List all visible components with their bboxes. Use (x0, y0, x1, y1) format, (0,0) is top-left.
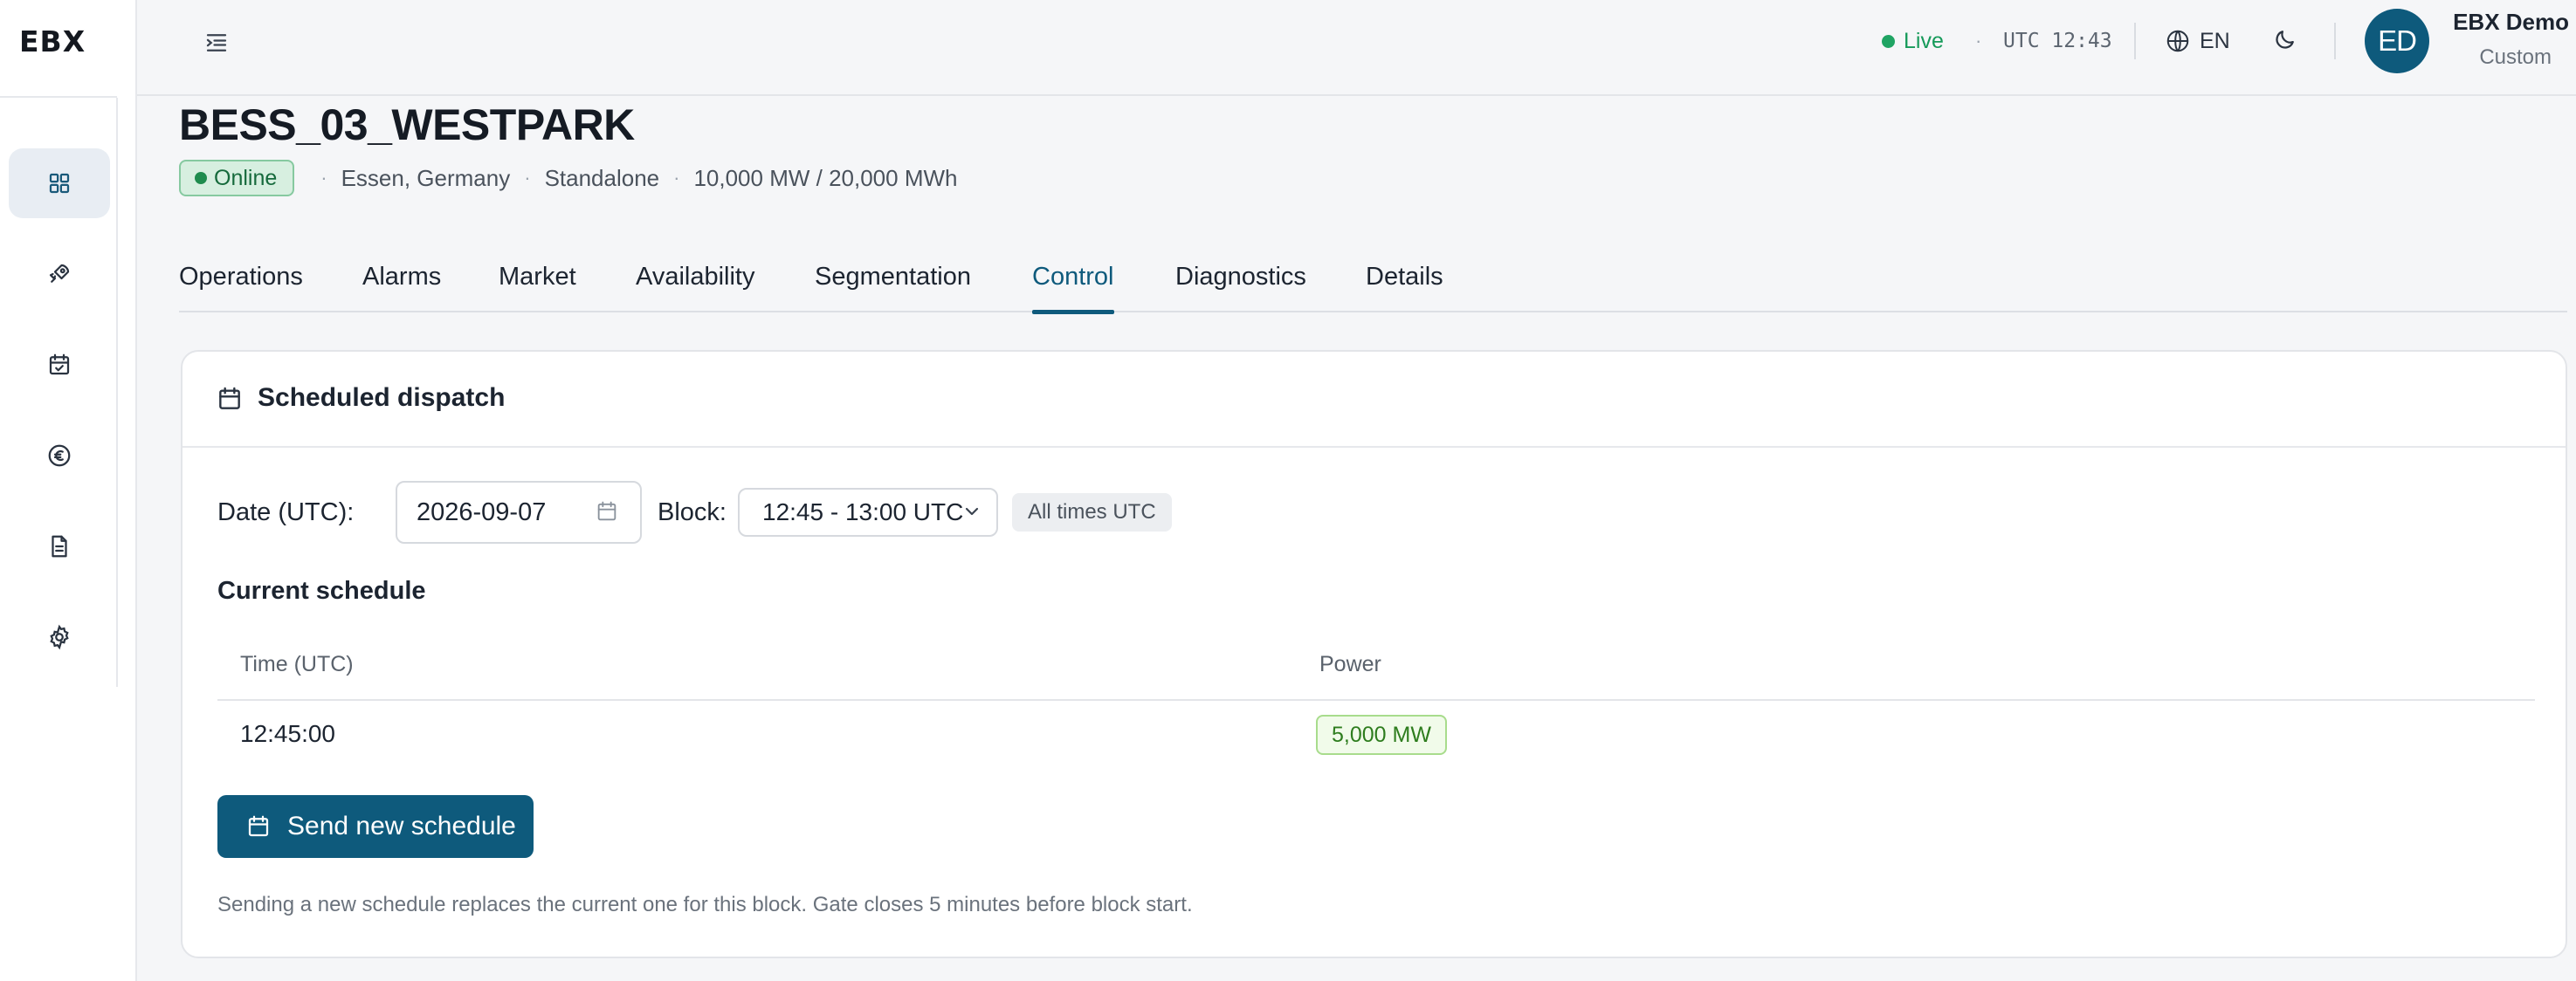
app-root: EBX Live · UTC 12:43 EN ED EBX Demo Cust… (0, 0, 2576, 981)
logo[interactable]: EBX (19, 24, 86, 58)
topbar-divider (2134, 23, 2136, 59)
send-new-schedule-button[interactable]: Send new schedule (217, 795, 534, 858)
separator-dot: · (320, 167, 327, 189)
live-indicator: Live (1882, 26, 1944, 56)
date-input[interactable]: 2026-09-07 (396, 481, 642, 544)
moon-icon (2276, 31, 2294, 49)
status-label: Online (214, 165, 278, 190)
calendar-icon[interactable] (595, 499, 621, 525)
tab-operations[interactable]: Operations (179, 255, 303, 312)
document-icon (52, 535, 67, 558)
date-value: 2026-09-07 (417, 498, 547, 526)
sidebar-item-schedule[interactable] (9, 330, 110, 400)
block-value: 12:45 - 13:00 UTC (762, 498, 964, 525)
status-badge: Online (179, 160, 295, 196)
grid-icon (49, 173, 70, 194)
timezone-tag: All times UTC (1012, 493, 1172, 532)
status-dot-icon (195, 172, 207, 184)
avatar[interactable]: ED (2365, 9, 2429, 73)
card-header: Scheduled dispatch (183, 352, 2566, 448)
current-schedule-title: Current schedule (217, 577, 426, 605)
page-title: BESS_03_WESTPARK (179, 100, 635, 149)
user-name: EBX Demo (2453, 9, 2569, 35)
scheduled-dispatch-card: Scheduled dispatch Date (UTC): 2026-09-0… (181, 350, 2567, 958)
tab-market[interactable]: Market (499, 255, 576, 312)
rocket-icon (49, 264, 70, 283)
euro-icon (48, 444, 71, 467)
sidebar-item-settings[interactable] (9, 602, 110, 672)
indent-icon (206, 34, 227, 51)
tab-diagnostics[interactable]: Diagnostics (1175, 255, 1306, 312)
separator-dot: · (1975, 30, 1982, 51)
calendar-icon (248, 815, 269, 837)
asset-capacity: 10,000 MW / 20,000 MWh (693, 164, 958, 191)
block-select[interactable]: 12:45 - 13:00 UTC (738, 488, 998, 537)
schedule-controls: Date (UTC): 2026-09-07 Block: 12:45 - 13… (217, 481, 1265, 544)
date-label: Date (UTC): (217, 498, 355, 526)
tab-availability[interactable]: Availability (636, 255, 754, 312)
sidebar: EBX (0, 0, 137, 981)
schedule-hint: Sending a new schedule replaces the curr… (217, 893, 1193, 916)
schedule-table: Time (UTC) Power 12:45:00 5,000 MW (217, 628, 2535, 767)
sidebar-toggle-button[interactable] (198, 24, 235, 61)
tab-control[interactable]: Control (1032, 255, 1114, 314)
sidebar-divider-vertical (116, 98, 118, 687)
language-label: EN (2200, 28, 2230, 53)
live-label: Live (1904, 28, 1944, 53)
asset-location: Essen, Germany (341, 164, 511, 191)
table-header: Time (UTC) Power (217, 628, 2535, 701)
live-dot-icon (1882, 34, 1895, 48)
tab-bar: Operations Alarms Market Availability Se… (179, 255, 2567, 314)
calendar-icon (216, 385, 245, 415)
column-header-power: Power (1319, 652, 1381, 676)
separator-dot: · (524, 167, 531, 189)
tab-alarms[interactable]: Alarms (362, 255, 441, 312)
row-time: 12:45:00 (240, 720, 335, 747)
topbar: Live · UTC 12:43 EN ED EBX Demo Custom (137, 0, 2576, 96)
table-row: 12:45:00 5,000 MW (217, 701, 2535, 767)
sidebar-item-reports[interactable] (9, 511, 110, 581)
sidebar-divider (0, 96, 117, 98)
separator-dot: · (673, 167, 680, 189)
globe-icon (2166, 30, 2189, 52)
language-switcher[interactable]: EN (2165, 24, 2230, 58)
sidebar-item-finance[interactable] (9, 421, 110, 490)
logo-text: EBX (19, 24, 86, 58)
user-role: Custom (2479, 45, 2552, 69)
chevron-down-icon (961, 501, 984, 524)
tab-details[interactable]: Details (1366, 255, 1443, 312)
utc-clock: UTC 12:43 (2003, 30, 2112, 52)
card-title: Scheduled dispatch (258, 383, 506, 412)
asset-meta-row: Online · Essen, Germany · Standalone · 1… (179, 159, 957, 197)
sidebar-item-dashboard[interactable] (9, 148, 110, 218)
sidebar-item-assets[interactable] (9, 239, 110, 309)
avatar-initials: ED (2378, 24, 2417, 57)
power-badge: 5,000 MW (1316, 715, 1447, 755)
column-header-time: Time (UTC) (240, 652, 354, 676)
calendar-check-icon (49, 353, 70, 375)
theme-toggle-button[interactable] (2272, 26, 2302, 56)
topbar-divider (2334, 23, 2336, 59)
asset-mode: Standalone (544, 164, 660, 191)
tab-segmentation[interactable]: Segmentation (815, 255, 971, 312)
block-label: Block: (658, 498, 727, 526)
send-button-label: Send new schedule (287, 812, 516, 840)
gear-icon (50, 624, 69, 650)
